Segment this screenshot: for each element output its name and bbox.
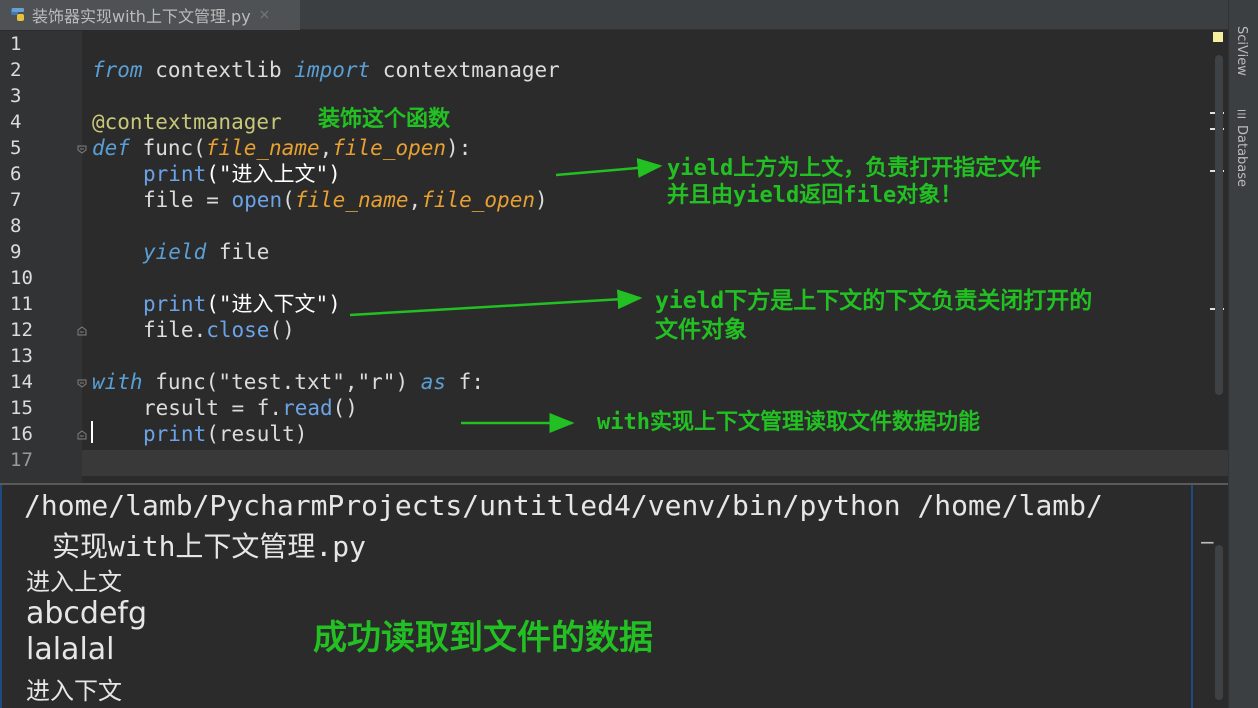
fold-collapse-icon[interactable] [76,377,88,389]
editor-tab-bar: 装饰器实现with上下文管理.py × [0,0,1228,30]
line-number: 14 [10,371,33,393]
code-line: from contextlib import contextmanager [92,58,560,82]
console-command-line-1: /home/lamb/PycharmProjects/untitled4/ven… [24,489,1103,522]
code-line: with func("test.txt","r") as f: [92,370,484,394]
console-output-line: 进入下文 [26,677,122,705]
database-icon: ☰ [1235,108,1248,121]
line-number: 5 [10,137,22,159]
current-line-highlight [0,450,1228,476]
sciview-tool-button[interactable]: SciView [1234,26,1249,76]
code-line: @contextmanager [92,110,282,134]
line-number: 1 [10,33,22,55]
code-line: print("进入下文") [143,292,341,316]
annotation-with: with实现上下文管理读取文件数据功能 [597,410,980,435]
line-number: 8 [10,215,22,237]
database-tool-button[interactable]: ☰ Database [1234,108,1249,187]
annotation-success: 成功读取到文件的数据 [313,618,653,658]
line-number: 4 [10,111,22,133]
python-file-icon [11,8,24,21]
annotation-decorate: 装饰这个函数 [318,107,451,132]
console-output-area[interactable]: /home/lamb/PycharmProjects/untitled4/ven… [0,485,1193,708]
file-tab-title: 装饰器实现with上下文管理.py [32,7,251,26]
annotation-upper-line-2: 并且由yield返回file对象！ [667,183,963,208]
fold-collapse-icon[interactable] [76,143,88,155]
run-console[interactable]: /home/lamb/PycharmProjects/untitled4/ven… [0,483,1228,708]
line-number: 6 [10,163,22,185]
line-number: 15 [10,397,33,419]
text-caret [91,421,93,443]
line-number: 12 [10,319,33,341]
editor-scrollbar[interactable] [1215,55,1223,395]
line-number: 10 [10,267,33,289]
console-output-line: abcdefg [26,596,148,631]
code-line: file.close() [143,318,295,342]
fold-end-icon[interactable] [76,325,88,337]
console-scrollbar[interactable] [1215,545,1223,700]
line-number: 2 [10,59,22,81]
console-command-line-2: 实现with上下文管理.py [52,530,367,563]
code-line: file = open(file_name,file_open) [143,188,548,212]
code-line: def func(file_name,file_open): [92,136,472,160]
right-tool-strip: SciView ☰ Database [1228,0,1258,708]
code-line: print("进入上文") [143,162,341,186]
line-number: 3 [10,85,22,107]
annotation-lower-line-2: 文件对象 [655,317,747,343]
code-line: yield file [143,240,270,264]
inspection-status-icon[interactable] [1213,32,1223,42]
line-number: 7 [10,189,22,211]
console-output-line: 进入上文 [26,568,122,596]
code-line: print(result) [143,422,308,446]
line-number: 16 [10,423,33,445]
console-output-line: lalalal [26,632,115,667]
file-tab[interactable]: 装饰器实现with上下文管理.py × [0,0,300,30]
close-tab-icon[interactable]: × [259,7,271,23]
fold-end-icon[interactable] [76,429,88,441]
line-number: 9 [10,241,22,263]
minimize-console-icon[interactable]: − [1199,530,1216,554]
code-line: result = f.read() [143,396,358,420]
line-number: 13 [10,345,33,367]
line-number: 11 [10,293,33,315]
line-number: 17 [10,449,33,471]
database-tool-label: Database [1234,125,1249,188]
